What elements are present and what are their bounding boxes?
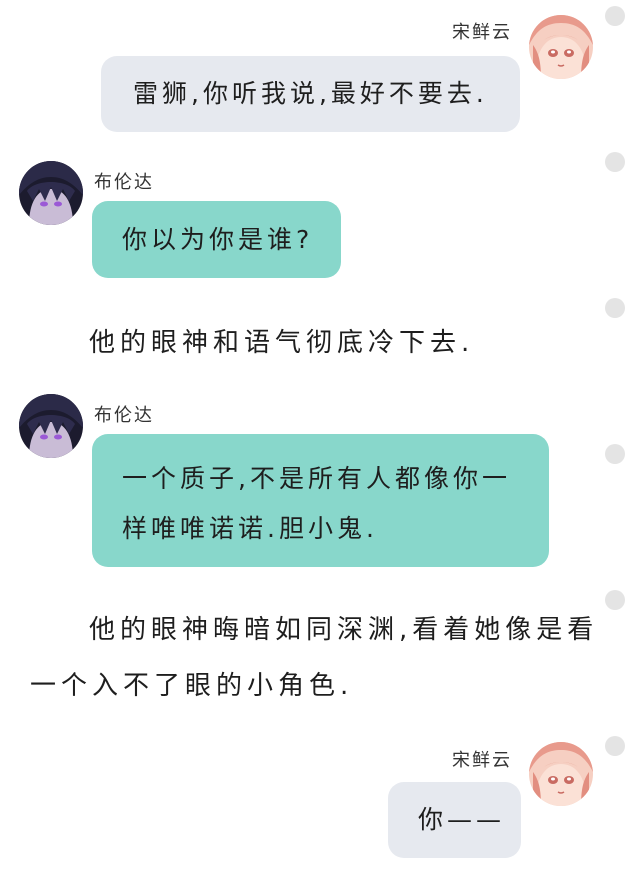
message-text: 你—— — [418, 805, 506, 834]
speaker-name: 宋鲜云 — [452, 22, 512, 43]
scroll-dot — [605, 444, 625, 464]
message-text: 你以为你是谁? — [122, 225, 314, 254]
narration-text: 一个入不了眼的小角色. — [30, 671, 354, 701]
scroll-dot — [605, 6, 625, 26]
story-chat-page: 宋鲜云 雷狮,你听我说,最好不要去. 布伦达 你以为你是谁? 他的眼神和语气彻底… — [0, 0, 640, 882]
chat-bubble: 你以为你是谁? — [92, 201, 341, 278]
narration-text: 他的眼神和语气彻底冷下去. — [89, 328, 475, 358]
scroll-dot — [605, 298, 625, 318]
scroll-dot — [605, 152, 625, 172]
message-text-line: 样唯唯诺诺.胆小鬼. — [122, 514, 378, 543]
dark-haired-boy-avatar-icon[interactable] — [19, 394, 83, 458]
pink-haired-girl-avatar-icon[interactable] — [529, 15, 593, 79]
scroll-dot — [605, 736, 625, 756]
narration-text: 他的眼神晦暗如同深渊,看着她像是看 — [89, 615, 599, 645]
scroll-dot — [605, 590, 625, 610]
message-text: 雷狮,你听我说,最好不要去. — [133, 79, 488, 108]
chat-bubble: 你—— — [388, 782, 521, 858]
pink-haired-girl-avatar-icon[interactable] — [529, 742, 593, 806]
speaker-name: 布伦达 — [94, 172, 154, 193]
dark-haired-boy-avatar-icon[interactable] — [19, 161, 83, 225]
message-text-line: 一个质子,不是所有人都像你一 — [122, 464, 511, 493]
chat-bubble: 一个质子,不是所有人都像你一 样唯唯诺诺.胆小鬼. — [92, 434, 549, 567]
chat-bubble: 雷狮,你听我说,最好不要去. — [101, 56, 520, 132]
speaker-name: 宋鲜云 — [452, 750, 512, 771]
speaker-name: 布伦达 — [94, 405, 154, 426]
